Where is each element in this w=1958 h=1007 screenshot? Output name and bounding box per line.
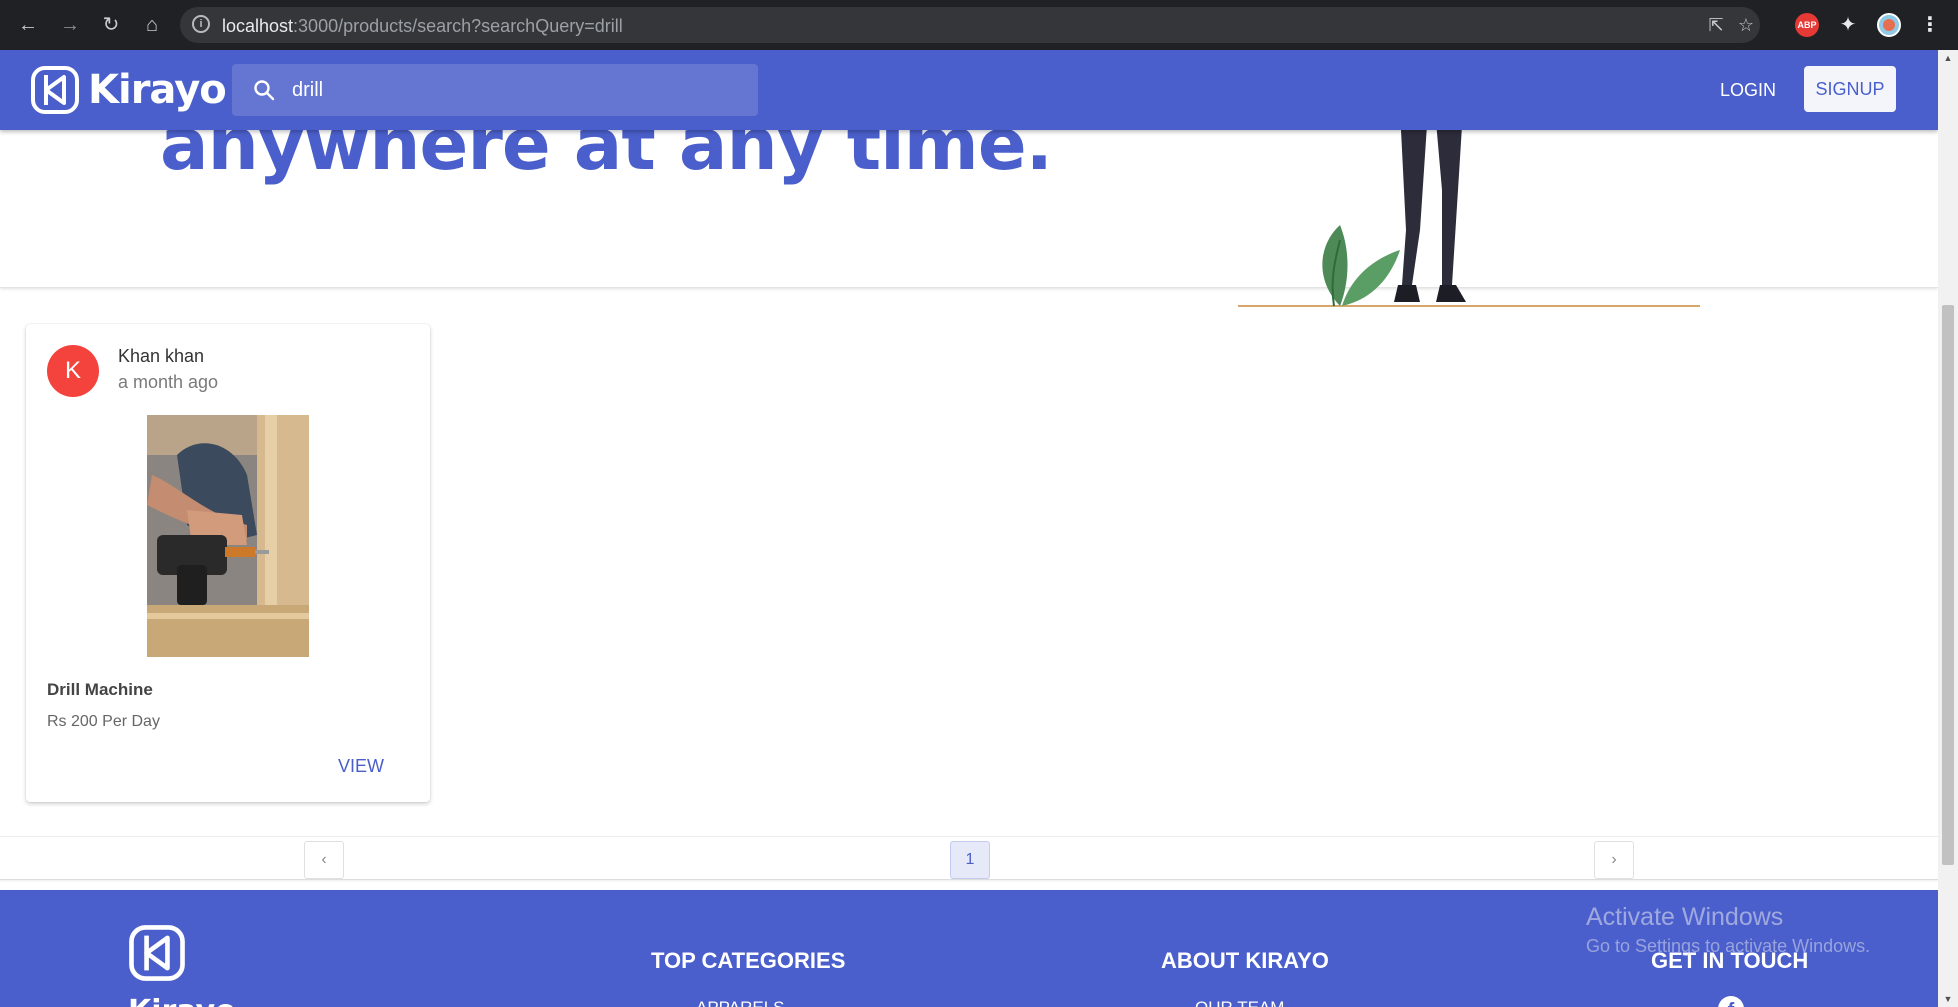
profile-avatar-icon[interactable] — [1877, 13, 1901, 37]
footer-brand-name: Kirayo — [128, 994, 236, 1007]
activate-windows-watermark: Activate Windows — [1586, 903, 1784, 931]
kirayo-logo[interactable]: Kirayo — [30, 64, 227, 116]
search-icon — [254, 80, 275, 101]
prev-page-button[interactable]: ‹ — [304, 841, 344, 879]
footer-logo[interactable] — [128, 924, 186, 987]
address-bar[interactable]: i localhost:3000/products/search?searchQ… — [180, 7, 1760, 43]
share-icon[interactable]: ⇱ — [1704, 13, 1728, 37]
activate-windows-subtext: Go to Settings to activate Windows. — [1586, 936, 1871, 956]
product-card[interactable]: K Khan khan a month ago Drill Machine Rs… — [26, 324, 430, 802]
login-button[interactable]: LOGIN — [1710, 72, 1786, 108]
scroll-down-icon[interactable]: ▼ — [1938, 991, 1958, 1007]
footer-logo-icon — [129, 925, 185, 981]
footer-link-apparels[interactable]: APPARELS — [696, 998, 785, 1007]
extensions-puzzle-icon[interactable]: ✦ — [1836, 13, 1860, 37]
about-heading: ABOUT KIRAYO — [1161, 948, 1329, 973]
adblock-icon[interactable]: ABP — [1795, 13, 1819, 37]
kirayo-logo-icon — [31, 66, 79, 114]
page-scrollbar[interactable]: ▲ ▼ — [1938, 50, 1958, 1007]
browser-menu-icon[interactable]: ⋮ — [1918, 13, 1942, 37]
scroll-up-icon[interactable]: ▲ — [1938, 50, 1958, 66]
reload-icon[interactable]: ↻ — [97, 11, 125, 39]
brand-name: Kirayo — [88, 67, 227, 113]
bookmark-star-icon[interactable]: ☆ — [1734, 13, 1758, 37]
post-time: a month ago — [118, 372, 219, 392]
view-button[interactable]: VIEW — [326, 748, 396, 784]
app-header: Kirayo LOGIN SIGNUP — [0, 50, 1938, 130]
drill-photo — [147, 415, 309, 657]
product-title[interactable]: Drill Machine — [47, 680, 153, 700]
signup-button[interactable]: SIGNUP — [1804, 66, 1896, 112]
product-price: Rs 200 Per Day — [47, 713, 160, 730]
avatar: K — [47, 345, 99, 397]
top-categories-heading: TOP CATEGORIES — [651, 948, 846, 973]
browser-toolbar: ← → ↻ ⌂ i localhost:3000/products/search… — [0, 0, 1958, 50]
owner-name: Khan khan — [118, 346, 205, 366]
back-icon[interactable]: ← — [14, 11, 42, 39]
search-input[interactable] — [292, 64, 732, 116]
scrollbar-thumb[interactable] — [1942, 305, 1954, 865]
product-image[interactable] — [147, 415, 309, 657]
next-page-button[interactable]: › — [1594, 841, 1634, 879]
facebook-icon[interactable]: f — [1718, 996, 1744, 1007]
info-icon[interactable]: i — [192, 15, 210, 33]
forward-icon[interactable]: → — [56, 11, 84, 39]
page-button-1[interactable]: 1 — [950, 841, 990, 879]
page-viewport: anywhere at any time. Kirayo drill LOGIN… — [0, 50, 1938, 1007]
footer-link-our-team[interactable]: OUR TEAM — [1195, 998, 1284, 1007]
hero-illustration — [1238, 110, 1700, 307]
home-icon[interactable]: ⌂ — [138, 11, 166, 39]
search-bar[interactable] — [232, 64, 758, 116]
pagination: ‹ 1 › — [0, 836, 1938, 880]
url-text[interactable]: localhost:3000/products/search?searchQue… — [222, 16, 623, 37]
